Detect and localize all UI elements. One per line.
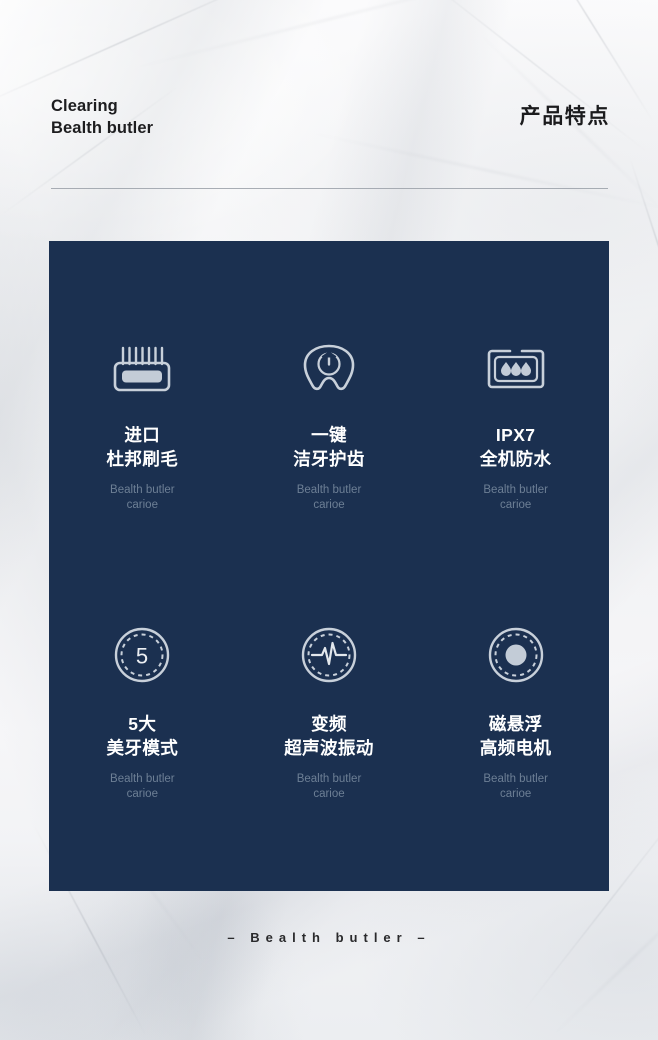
- feature-subtitle: Bealth butler carioe: [110, 772, 175, 802]
- footer-dash-right: –: [417, 930, 431, 945]
- waterproof-droplets-icon: [483, 339, 549, 401]
- feature-subtitle-line-2: carioe: [313, 788, 345, 800]
- feature-panel: 进口 杜邦刷毛 Bealth butler carioe 一键 洁牙护齿 Bea…: [49, 241, 609, 891]
- feature-title-line-1: 5大: [128, 714, 157, 734]
- feature-subtitle: Bealth butler carioe: [483, 772, 548, 802]
- footer-brand-text: Bealth butler: [250, 930, 408, 945]
- feature-title-line-1: 变频: [311, 714, 347, 734]
- feature-subtitle-line-2: carioe: [126, 788, 158, 800]
- feature-subtitle-line-2: carioe: [313, 499, 345, 511]
- page-title: 产品特点: [519, 105, 610, 128]
- brush-head-icon: [110, 339, 174, 401]
- feature-subtitle-line-1: Bealth butler: [483, 773, 548, 785]
- feature-title: 进口 杜邦刷毛: [107, 423, 179, 471]
- feature-title-line-2: 杜邦刷毛: [106, 449, 179, 469]
- feature-subtitle-line-1: Bealth butler: [483, 484, 548, 496]
- header-divider: [51, 188, 608, 189]
- feature-subtitle-line-2: carioe: [500, 788, 532, 800]
- feature-subtitle-line-1: Bealth butler: [296, 484, 362, 496]
- feature-title: 变频 超声波振动: [284, 712, 374, 760]
- sonic-waveform-icon: [300, 624, 358, 686]
- svg-text:5: 5: [136, 644, 148, 669]
- feature-subtitle: Bealth butler carioe: [297, 772, 362, 802]
- feature-title-line-2: 洁牙护齿: [293, 449, 365, 469]
- feature-card-magnetic-motor[interactable]: 磁悬浮 高频电机 Bealth butler carioe: [422, 566, 609, 891]
- feature-subtitle: Bealth butler carioe: [297, 483, 362, 513]
- feature-title: 5大 美牙模式: [107, 712, 179, 760]
- feature-subtitle-line-2: carioe: [126, 499, 158, 511]
- product-feature-page: Clearing Bealth butler 产品特点 进口 杜邦刷毛 Beal…: [0, 0, 658, 1040]
- feature-card-waterproof[interactable]: IPX7 全机防水 Bealth butler carioe: [422, 241, 609, 566]
- feature-subtitle-line-2: carioe: [500, 499, 532, 511]
- feature-subtitle: Bealth butler carioe: [483, 483, 548, 513]
- feature-title-line-1: IPX7: [495, 425, 536, 445]
- footer-brand: – Bealth butler –: [0, 930, 658, 945]
- feature-subtitle-line-1: Bealth butler: [110, 484, 175, 496]
- feature-title: IPX7 全机防水: [480, 423, 552, 471]
- feature-title-line-1: 进口: [124, 425, 161, 445]
- feature-title-line-2: 美牙模式: [106, 738, 179, 758]
- feature-subtitle-line-1: Bealth butler: [110, 773, 175, 785]
- magnetic-motor-icon: [487, 624, 545, 686]
- brand-line-2: Bealth butler: [51, 118, 154, 137]
- feature-title-line-1: 磁悬浮: [488, 714, 543, 734]
- footer-dash-left: –: [227, 930, 241, 945]
- five-modes-dial-icon: 5: [113, 624, 171, 686]
- feature-subtitle: Bealth butler carioe: [110, 483, 175, 513]
- feature-title-line-2: 高频电机: [479, 738, 552, 758]
- feature-card-five-modes[interactable]: 5 5大 美牙模式 Bealth butler carioe: [49, 566, 236, 891]
- page-header: Clearing Bealth butler 产品特点: [0, 96, 658, 152]
- feature-title-line-1: 一键: [311, 425, 347, 445]
- feature-title-line-2: 全机防水: [479, 449, 552, 469]
- feature-subtitle-line-1: Bealth butler: [296, 773, 362, 785]
- feature-title-line-2: 超声波振动: [284, 738, 374, 758]
- feature-title: 一键 洁牙护齿: [293, 423, 365, 471]
- tooth-power-icon: [297, 339, 361, 401]
- feature-card-sonic-vibration[interactable]: 变频 超声波振动 Bealth butler carioe: [236, 566, 423, 891]
- feature-card-one-key-clean[interactable]: 一键 洁牙护齿 Bealth butler carioe: [236, 241, 423, 566]
- feature-title: 磁悬浮 高频电机: [480, 712, 552, 760]
- feature-card-brush[interactable]: 进口 杜邦刷毛 Bealth butler carioe: [49, 241, 236, 566]
- brand-title: Clearing Bealth butler: [51, 96, 153, 139]
- feature-grid: 进口 杜邦刷毛 Bealth butler carioe 一键 洁牙护齿 Bea…: [49, 241, 609, 891]
- brand-line-1: Clearing: [51, 97, 118, 115]
